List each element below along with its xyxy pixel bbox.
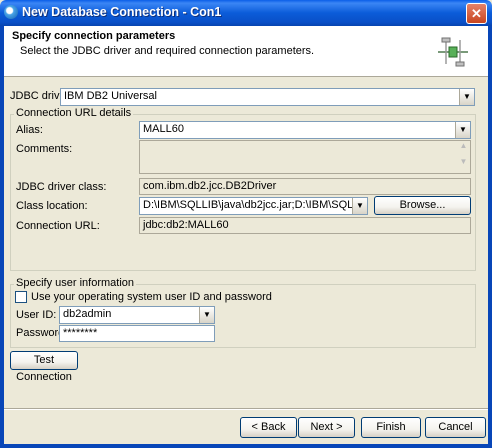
comments-textarea[interactable] (139, 140, 471, 174)
jdbc-driver-value: IBM DB2 Universal (64, 90, 157, 102)
plug-connection-icon (438, 37, 468, 67)
chevron-down-icon[interactable]: ▼ (352, 198, 367, 214)
connection-url-field: jdbc:db2:MALL60 (139, 217, 471, 234)
driver-class-label: JDBC driver class: (16, 181, 107, 193)
class-location-label: Class location: (16, 200, 88, 212)
browse-button[interactable]: Browse... (374, 196, 471, 215)
jdbc-driver-combo[interactable]: IBM DB2 Universal ▼ (60, 88, 475, 106)
password-value: ******** (63, 327, 98, 339)
class-location-combo[interactable]: D:\IBM\SQLLIB\java\db2jcc.jar;D:\IBM\SQL… (139, 197, 368, 215)
alias-combo[interactable]: MALL60 ▼ (139, 121, 471, 139)
driver-class-value: com.ibm.db2.jcc.DB2Driver (143, 180, 277, 192)
finish-button[interactable]: Finish (361, 417, 421, 438)
window-frame-left (0, 26, 4, 448)
chevron-down-icon[interactable]: ▼ (455, 122, 470, 138)
window-title: New Database Connection - Con1 (22, 5, 222, 19)
next-button[interactable]: Next > (298, 417, 355, 438)
user-id-label: User ID: (16, 309, 57, 321)
comments-scrollbar[interactable]: ▲ ▼ (457, 141, 470, 173)
database-connection-icon (4, 5, 18, 19)
alias-label: Alias: (16, 124, 43, 136)
comments-label: Comments: (16, 143, 73, 155)
chevron-down-icon[interactable]: ▼ (459, 89, 474, 105)
connection-url-legend: Connection URL details (14, 107, 134, 119)
use-os-credentials-checkbox[interactable] (15, 291, 27, 303)
connection-url-value: jdbc:db2:MALL60 (143, 219, 229, 231)
window-frame-right (488, 26, 492, 448)
scroll-up-icon[interactable]: ▲ (457, 141, 470, 155)
title-bar[interactable]: New Database Connection - Con1 ✕ (0, 0, 492, 26)
class-location-value: D:\IBM\SQLLIB\java\db2jcc.jar;D:\IBM\SQL… (143, 199, 367, 211)
connection-url-label: Connection URL: (16, 220, 100, 232)
password-field[interactable]: ******** (59, 325, 215, 342)
alias-value: MALL60 (143, 123, 184, 135)
user-info-legend: Specify user information (14, 277, 136, 289)
banner-description: Select the JDBC driver and required conn… (20, 45, 315, 57)
window-frame-bottom (0, 444, 492, 448)
user-id-combo[interactable]: db2admin ▼ (59, 306, 215, 324)
chevron-down-icon[interactable]: ▼ (199, 307, 214, 323)
use-os-credentials-label: Use your operating system user ID and pa… (31, 291, 272, 303)
banner-title: Specify connection parameters (12, 30, 176, 42)
close-icon: ✕ (471, 6, 482, 21)
scroll-down-icon[interactable]: ▼ (457, 157, 470, 171)
back-button[interactable]: < Back (240, 417, 297, 438)
header-banner: Specify connection parameters Select the… (4, 26, 488, 77)
test-connection-button[interactable]: Test Connection (10, 351, 78, 383)
driver-class-field: com.ibm.db2.jcc.DB2Driver (139, 178, 471, 195)
footer-separator (4, 408, 488, 410)
cancel-button[interactable]: Cancel (425, 417, 486, 438)
close-button[interactable]: ✕ (466, 3, 487, 24)
user-id-value: db2admin (63, 308, 112, 320)
